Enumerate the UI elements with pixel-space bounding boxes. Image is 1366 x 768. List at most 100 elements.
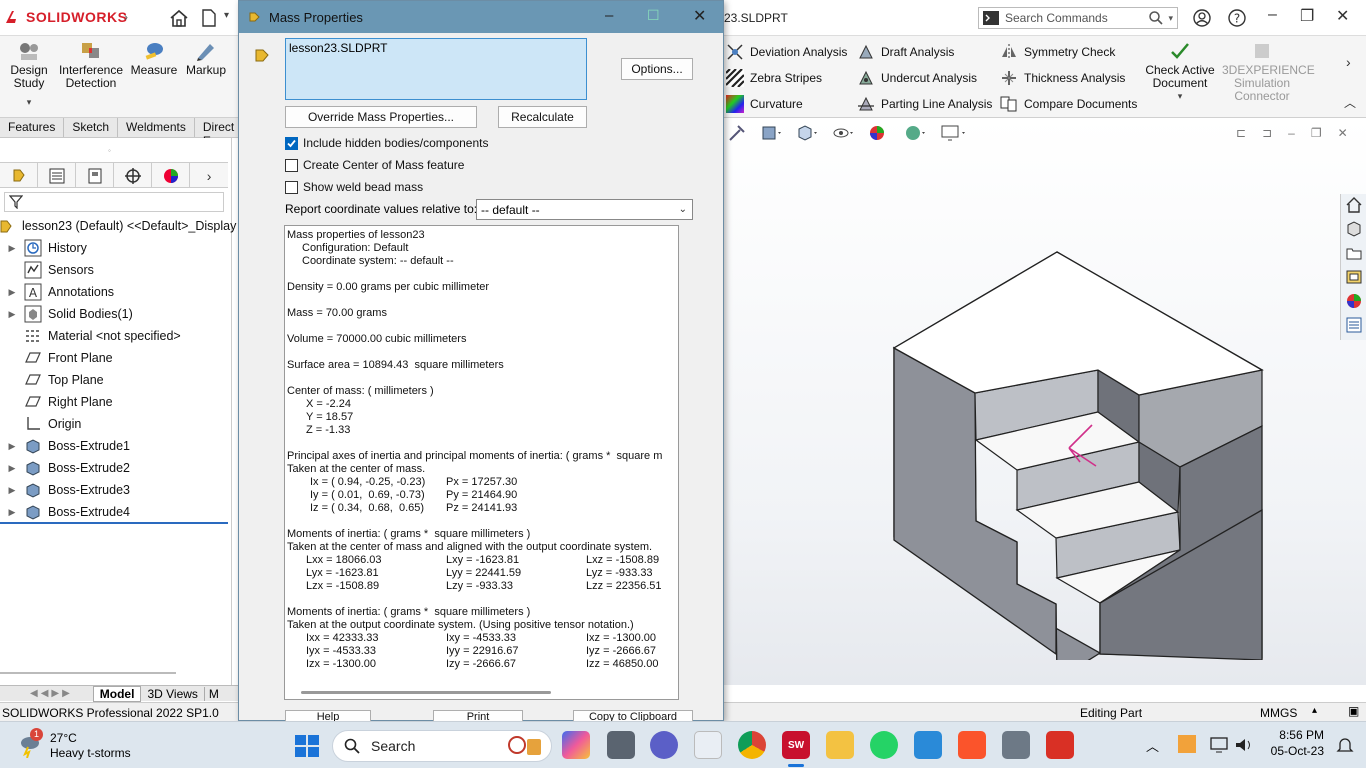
tree-item-boss-extrude4[interactable]: ▶ Boss-Extrude4 bbox=[0, 501, 130, 523]
home-icon[interactable] bbox=[168, 8, 190, 28]
tree-root-part[interactable]: lesson23 (Default) <<Default>_Display bbox=[0, 215, 236, 237]
units-dropdown-icon[interactable]: ▴ bbox=[1312, 705, 1317, 716]
tree-item-top-plane[interactable]: Top Plane bbox=[0, 369, 104, 391]
collapse-ribbon-icon[interactable]: ︿ bbox=[1344, 94, 1356, 111]
dialog-close-icon[interactable]: ✕ bbox=[693, 6, 706, 26]
tab-direct-edit[interactable]: Direct E bbox=[195, 118, 244, 148]
create-center-of-mass-checkbox[interactable]: Create Center of Mass feature bbox=[285, 158, 464, 172]
tree-item-annotations[interactable]: ▶ A Annotations bbox=[0, 281, 114, 303]
edit-appearance-icon[interactable] bbox=[868, 124, 890, 142]
deviation-analysis-button[interactable]: Deviation Analysis bbox=[726, 39, 847, 65]
search-icon[interactable] bbox=[1148, 10, 1164, 26]
display-icon[interactable] bbox=[1210, 736, 1228, 754]
interference-detection-button[interactable]: Interference Detection bbox=[56, 40, 126, 90]
apply-scene-icon[interactable] bbox=[904, 124, 926, 142]
tree-item-boss-extrude1[interactable]: ▶ Boss-Extrude1 bbox=[0, 435, 130, 457]
rollback-bar[interactable] bbox=[0, 522, 228, 524]
tree-item-history[interactable]: ▶ History bbox=[0, 237, 87, 259]
zebra-stripes-button[interactable]: Zebra Stripes bbox=[726, 65, 847, 91]
tree-item-solid-bodies[interactable]: ▶ Solid Bodies(1) bbox=[0, 303, 133, 325]
units-selector[interactable]: MMGS bbox=[1260, 706, 1297, 720]
draft-analysis-button[interactable]: Draft Analysis bbox=[857, 39, 992, 65]
custom-properties-icon[interactable] bbox=[1345, 316, 1363, 334]
snipping-tool-icon[interactable] bbox=[694, 731, 722, 759]
expand-arrow-icon[interactable]: ▶ bbox=[6, 441, 18, 452]
tab-sketch[interactable]: Sketch bbox=[64, 118, 119, 137]
pdf-reader-icon[interactable] bbox=[1046, 731, 1074, 759]
coordinate-system-select[interactable]: -- default -- ⌄ bbox=[476, 199, 693, 220]
expand-arrow-icon[interactable]: ▶ bbox=[6, 463, 18, 474]
show-hidden-icons-chevron-icon[interactable]: ︿ bbox=[1146, 736, 1159, 755]
taskbar-search-box[interactable]: Search bbox=[332, 730, 552, 762]
selected-item[interactable]: lesson23.SLDPRT bbox=[289, 41, 388, 55]
3dexperience-simulation-button[interactable]: 3DEXPERIENCE Simulation Connector bbox=[1222, 40, 1315, 103]
search-dropdown-icon[interactable]: ▾ bbox=[1168, 13, 1173, 24]
propertymanager-tab-icon[interactable] bbox=[38, 163, 77, 188]
viewport-restore-icon[interactable]: ❐ bbox=[1311, 126, 1322, 140]
windows-start-icon[interactable] bbox=[294, 734, 320, 758]
parting-line-analysis-button[interactable]: Parting Line Analysis bbox=[857, 91, 992, 117]
symmetry-check-button[interactable]: Symmetry Check bbox=[1000, 39, 1137, 65]
teams-chat-icon[interactable] bbox=[650, 731, 678, 759]
dialog-title-bar[interactable]: Mass Properties – ☐ ✕ bbox=[239, 1, 723, 33]
tab-motion-study[interactable]: M bbox=[205, 687, 223, 701]
file-explorer-icon[interactable] bbox=[826, 731, 854, 759]
options-button[interactable]: Options... bbox=[621, 58, 693, 80]
new-document-icon[interactable] bbox=[198, 8, 220, 28]
check-active-document-button[interactable]: Check Active Document ▾ bbox=[1144, 40, 1216, 103]
checkbox-checked-icon[interactable] bbox=[285, 136, 298, 150]
solidworks-logo[interactable]: SOLIDWORKS bbox=[4, 9, 127, 25]
whatsapp-icon[interactable] bbox=[870, 731, 898, 759]
notepad-icon[interactable] bbox=[914, 731, 942, 759]
override-mass-properties-button[interactable]: Override Mass Properties... bbox=[285, 106, 477, 128]
tab-weldments[interactable]: Weldments bbox=[118, 118, 195, 137]
tab-model[interactable]: Model bbox=[92, 685, 142, 702]
expand-arrow-icon[interactable]: ▶ bbox=[6, 243, 18, 254]
results-horizontal-scrollbar[interactable] bbox=[301, 691, 551, 694]
panel-grip-icon[interactable]: ◦ bbox=[108, 146, 111, 155]
include-hidden-checkbox[interactable]: Include hidden bodies/components bbox=[285, 136, 488, 150]
expand-arrow-icon[interactable]: ▶ bbox=[6, 485, 18, 496]
selected-items-list[interactable]: lesson23.SLDPRT bbox=[285, 38, 587, 100]
clock-time[interactable]: 8:56 PM bbox=[1268, 728, 1324, 742]
expand-arrow-icon[interactable]: ▶ bbox=[6, 287, 18, 298]
user-account-icon[interactable] bbox=[1192, 8, 1212, 28]
tree-item-boss-extrude2[interactable]: ▶ Boss-Extrude2 bbox=[0, 457, 130, 479]
tab-3d-views[interactable]: 3D Views bbox=[141, 686, 205, 701]
tab-nav-arrows-icon[interactable]: ◀◀▶▶ bbox=[30, 688, 73, 699]
view-orientation-icon[interactable] bbox=[796, 124, 818, 142]
markup-button[interactable]: Markup bbox=[182, 40, 230, 77]
dimxpert-tab-icon[interactable] bbox=[114, 163, 153, 188]
design-library-icon[interactable] bbox=[1345, 220, 1363, 238]
brave-browser-icon[interactable] bbox=[958, 731, 986, 759]
search-commands-field[interactable]: Search Commands ▾ bbox=[978, 7, 1178, 29]
solidworks-resources-icon[interactable] bbox=[1345, 196, 1363, 214]
tree-item-origin[interactable]: Origin bbox=[0, 413, 81, 435]
measure-button[interactable]: Measure bbox=[128, 40, 180, 77]
dialog-minimize-icon[interactable]: – bbox=[605, 7, 613, 24]
hide-show-icon[interactable] bbox=[832, 124, 854, 142]
next-view-icon[interactable]: ⊐ bbox=[1262, 126, 1272, 140]
minimize-window-icon[interactable]: – bbox=[1268, 6, 1277, 24]
language-bar-icon[interactable] bbox=[1178, 735, 1196, 753]
clock-date[interactable]: 05-Oct-23 bbox=[1262, 744, 1324, 758]
new-dropdown-icon[interactable]: ▾ bbox=[224, 10, 229, 21]
tab-features[interactable]: Features bbox=[0, 118, 65, 137]
featuremanager-tab-icon[interactable] bbox=[0, 163, 39, 188]
checkbox-unchecked-icon[interactable] bbox=[285, 180, 298, 194]
tree-item-front-plane[interactable]: Front Plane bbox=[0, 347, 113, 369]
section-view-icon[interactable] bbox=[760, 124, 782, 142]
help-icon[interactable]: ? bbox=[1227, 8, 1247, 28]
task-view-icon[interactable] bbox=[607, 731, 635, 759]
view-palette-icon[interactable] bbox=[1345, 268, 1363, 286]
check-active-dropdown-icon[interactable]: ▾ bbox=[1144, 90, 1216, 103]
viewport-minimize-icon[interactable]: – bbox=[1288, 126, 1295, 140]
restore-window-icon[interactable]: ❐ bbox=[1300, 6, 1314, 26]
tree-item-material[interactable]: Material <not specified> bbox=[0, 325, 181, 347]
volume-icon[interactable] bbox=[1234, 736, 1254, 754]
tree-horizontal-scrollbar[interactable] bbox=[0, 672, 176, 674]
previous-view-icon[interactable]: ⊏ bbox=[1236, 126, 1246, 140]
configurationmanager-tab-icon[interactable] bbox=[76, 163, 115, 188]
view-settings-display-icon[interactable] bbox=[940, 124, 968, 142]
solidworks-taskbar-icon[interactable]: SW bbox=[782, 731, 810, 759]
